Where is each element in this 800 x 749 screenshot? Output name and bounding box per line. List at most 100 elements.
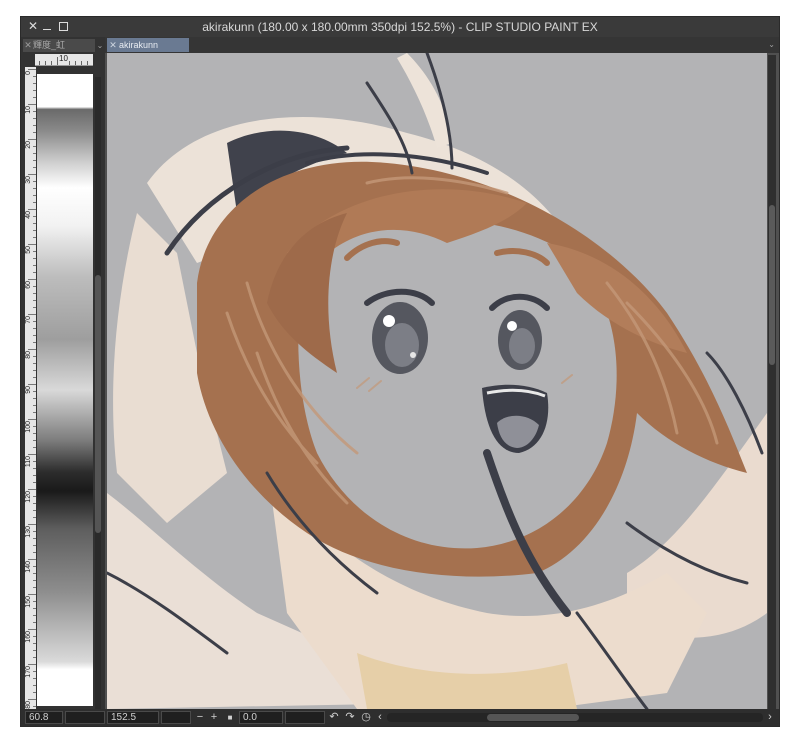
ruler-tick: [28, 664, 36, 665]
canvas-vertical-scrollbar[interactable]: [768, 55, 776, 709]
ruler-tick: [28, 209, 36, 210]
ruler-tick: [33, 132, 36, 133]
panel-tab-close-icon[interactable]: ✕: [23, 39, 33, 52]
panel-menu-chevron-icon[interactable]: ⌄: [95, 39, 105, 52]
title-bar: ✕ akirakunn (180.00 x 180.00mm 350dpi 15…: [21, 17, 779, 37]
ruler-tick: [33, 636, 36, 637]
zoom-in-icon[interactable]: +: [207, 710, 221, 725]
ruler-tick: [33, 538, 36, 539]
ruler-tick: [28, 384, 36, 385]
ruler-tick: [28, 314, 36, 315]
canvas-horizontal-scrollbar-thumb[interactable]: [487, 714, 579, 721]
ruler-tick: [33, 412, 36, 413]
ruler-tick: [33, 83, 36, 84]
ruler-tick: [33, 321, 36, 322]
canvas-artwork[interactable]: [107, 53, 767, 709]
ruler-tick: [28, 454, 36, 455]
ruler-tick: [33, 650, 36, 651]
ruler-side-label: 80: [25, 351, 32, 359]
ruler-tick: [33, 517, 36, 518]
status-bar: 60.8 152.5 − + ■ 0.0 ↶ ↷ ◷ ‹ ›: [21, 709, 779, 726]
ruler-tick: [33, 111, 36, 112]
zoom-field[interactable]: 152.5: [107, 711, 159, 724]
horizontal-ruler: 10: [35, 54, 93, 66]
ruler-tick: [33, 566, 36, 567]
ruler-tick: [33, 461, 36, 462]
ruler-side-label: 0: [25, 71, 32, 75]
ruler-tick: [28, 594, 36, 595]
ruler-tick: [33, 587, 36, 588]
ruler-tick: [33, 573, 36, 574]
ruler-tick: [33, 195, 36, 196]
ruler-tick: [33, 146, 36, 147]
scroll-right-icon[interactable]: ›: [763, 710, 777, 725]
ruler-tick: [33, 692, 36, 693]
ruler-tick: [33, 608, 36, 609]
reset-rotation-icon[interactable]: ◷: [359, 710, 373, 725]
canvas-vertical-scrollbar-thumb[interactable]: [769, 205, 775, 365]
stop-icon[interactable]: ■: [223, 710, 237, 725]
ruler-side-label: 40: [25, 211, 32, 219]
ruler-tick: [33, 391, 36, 392]
ruler-tick: [33, 223, 36, 224]
zoom-slider[interactable]: [161, 711, 191, 724]
ruler-tick: [33, 300, 36, 301]
rotation-slider[interactable]: [285, 711, 325, 724]
ruler-tick: [33, 482, 36, 483]
document-tab-close-icon[interactable]: ✕: [107, 38, 119, 52]
ruler-side-label: 10: [25, 106, 32, 114]
canvas-horizontal-scrollbar[interactable]: [387, 713, 763, 722]
rotate-right-icon[interactable]: ↷: [343, 710, 357, 725]
ruler-tick: [28, 244, 36, 245]
app-window: ✕ akirakunn (180.00 x 180.00mm 350dpi 15…: [20, 16, 780, 727]
ruler-tick: [33, 475, 36, 476]
ruler-tick: [33, 615, 36, 616]
ruler-tick: [33, 160, 36, 161]
panel-scrollbar[interactable]: [95, 77, 101, 709]
ruler-tick: [33, 153, 36, 154]
ruler-tick: [33, 545, 36, 546]
ruler-tick: [28, 279, 36, 280]
ruler-tick: [33, 258, 36, 259]
ruler-tick: [33, 216, 36, 217]
ruler-side-label: 20: [25, 141, 32, 149]
ruler-tick: [33, 433, 36, 434]
ruler-tick: [33, 335, 36, 336]
gradient-preview[interactable]: [37, 74, 93, 706]
ruler-tick: [33, 265, 36, 266]
document-tab-label: akirakunn: [119, 40, 159, 50]
ruler-tick: [33, 531, 36, 532]
rotation-field[interactable]: 0.0: [239, 711, 283, 724]
ruler-tick: [33, 97, 36, 98]
ruler-tick: [33, 307, 36, 308]
ruler-tick: [33, 580, 36, 581]
gradient-panel: ✕輝度_虹 ⌄ 10 0 10 20 30 40 50 60 70 80 90 100 110 120 1…: [21, 37, 105, 709]
ruler-tick: [33, 167, 36, 168]
zoom-out-icon[interactable]: −: [193, 710, 207, 725]
ruler-tick: [33, 293, 36, 294]
panel-tab-gradient[interactable]: ✕輝度_虹: [23, 39, 95, 52]
ruler-tick: [33, 188, 36, 189]
ruler-tick: [33, 76, 36, 77]
scroll-left-icon[interactable]: ‹: [373, 710, 387, 725]
ruler-tick: [33, 251, 36, 252]
document-tab-bar: ✕ akirakunn ⌄: [105, 37, 779, 53]
ruler-tick: [33, 230, 36, 231]
ruler-tick: [33, 181, 36, 182]
document-menu-chevron-icon[interactable]: ⌄: [768, 38, 775, 52]
ruler-tick: [28, 524, 36, 525]
left-panel-zoom-slider[interactable]: [65, 711, 105, 724]
ruler-tick: [33, 706, 36, 707]
ruler-side-label: 70: [25, 316, 32, 324]
ruler-tick: [33, 398, 36, 399]
canvas-area: ✕ akirakunn ⌄: [105, 37, 779, 709]
left-panel-zoom-field[interactable]: 60.8: [25, 711, 63, 724]
rotate-left-icon[interactable]: ↶: [327, 710, 341, 725]
document-tab[interactable]: ✕ akirakunn: [107, 38, 189, 52]
panel-scrollbar-thumb[interactable]: [95, 275, 101, 533]
ruler-tick: [33, 237, 36, 238]
ruler-tick: [33, 370, 36, 371]
ruler-tick: [28, 104, 36, 105]
ruler-tick: [33, 342, 36, 343]
ruler-tick: [28, 489, 36, 490]
